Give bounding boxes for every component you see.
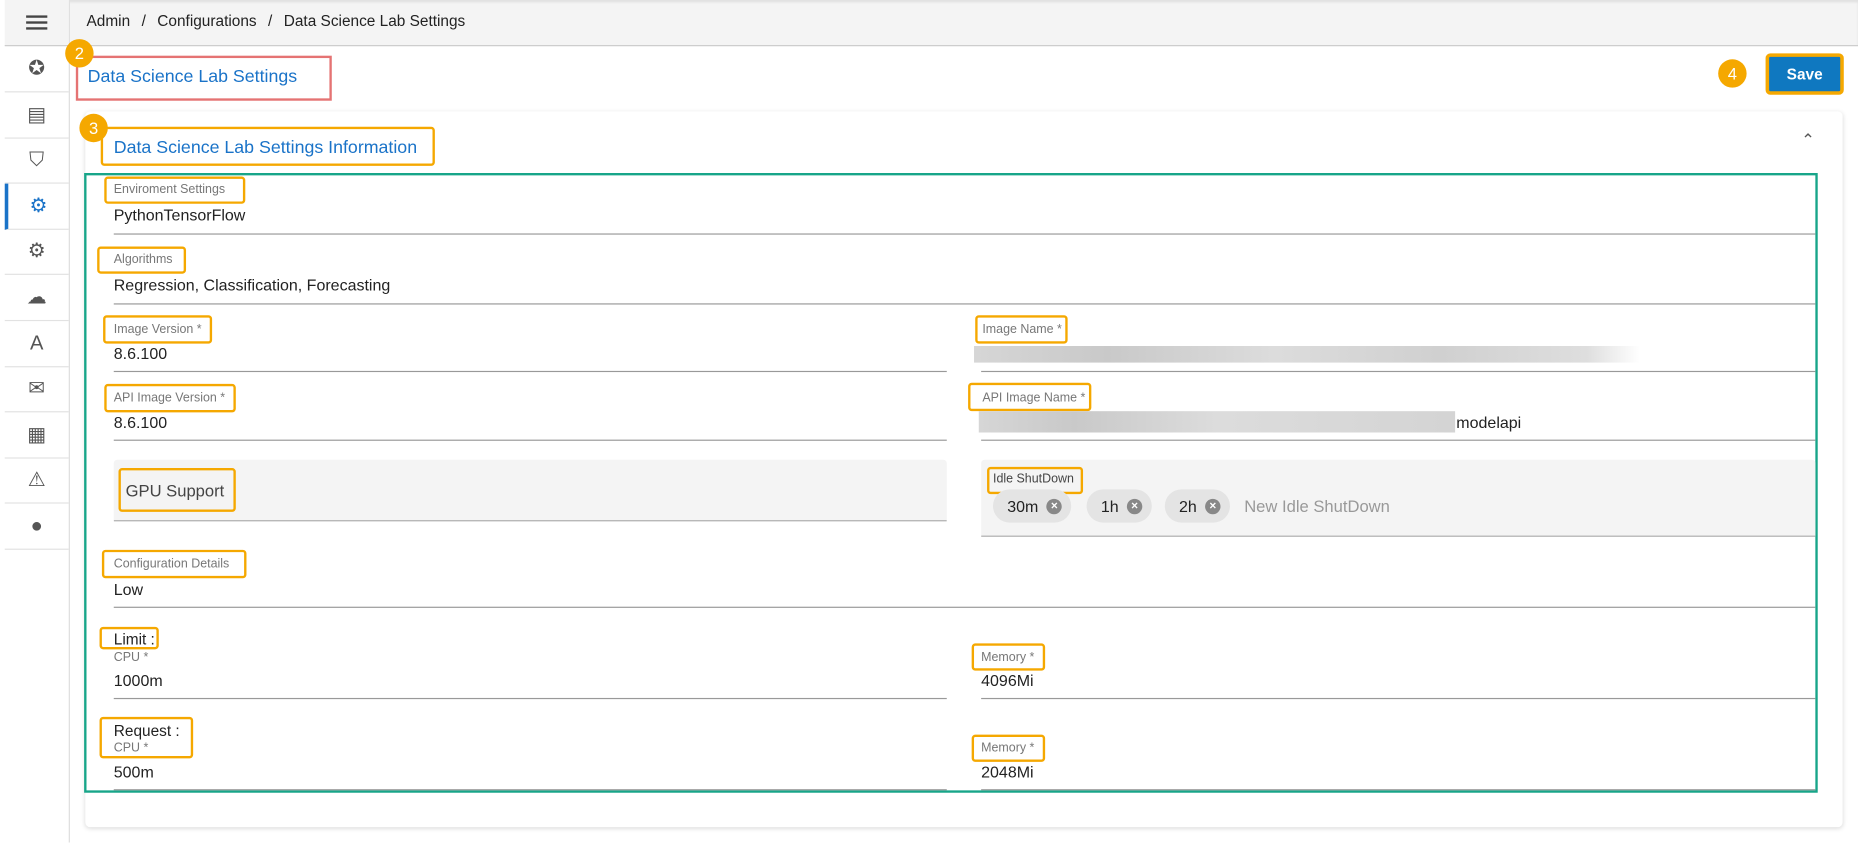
- sidebar-item-calendar-search[interactable]: ▦: [4, 412, 69, 459]
- api-image-name-suffix[interactable]: modelapi: [1456, 414, 1521, 432]
- limit-memory-label: Memory *: [981, 650, 1035, 665]
- environment-field[interactable]: PythonTensorFlow: [114, 206, 246, 224]
- chip-label: 30m: [1007, 497, 1039, 515]
- sidebar-item-document-settings[interactable]: ⚙: [4, 229, 69, 276]
- algorithms-field[interactable]: Regression, Classification, Forecasting: [114, 276, 391, 294]
- language-translate-icon: A: [30, 331, 44, 354]
- divider: [113, 606, 1816, 608]
- admin-badge-icon: ✪: [28, 56, 46, 80]
- image-name-label: Image Name *: [982, 322, 1062, 337]
- environment-label: Enviroment Settings: [113, 182, 226, 197]
- sidebar-item-configurations-gears[interactable]: ⚙: [4, 183, 69, 230]
- breadcrumb-admin[interactable]: Admin: [87, 12, 131, 30]
- server-alert-icon: ⚠: [27, 468, 46, 492]
- sidebar-item-certificate[interactable]: ✉: [4, 366, 69, 413]
- remove-chip-icon[interactable]: ×: [1046, 498, 1063, 514]
- calendar-search-icon: ▦: [27, 422, 47, 446]
- divider: [981, 370, 1816, 373]
- step-badge-2: 2: [65, 39, 94, 68]
- idle-chip-2h: 2h ×: [1164, 489, 1231, 523]
- divider: [113, 370, 947, 373]
- image-name-redacted[interactable]: [974, 346, 1640, 363]
- sidebar-item-language-translate[interactable]: A: [4, 321, 69, 367]
- collapse-chevron-up-icon[interactable]: ⌃: [1801, 130, 1815, 150]
- divider: [981, 439, 1816, 441]
- menu-icon: [26, 15, 48, 30]
- sidebar-item-admin-badge[interactable]: ✪: [4, 46, 69, 93]
- configuration-details-label: Configuration Details: [113, 556, 230, 572]
- section-title: Data Science Lab Settings Information: [113, 137, 418, 158]
- new-idle-shutdown-input[interactable]: New Idle ShutDown: [1244, 496, 1390, 515]
- sidebar-item-server-alert[interactable]: ⚠: [4, 458, 69, 505]
- divider: [113, 233, 1816, 235]
- api-image-name-label: API Image Name *: [982, 391, 1086, 406]
- api-image-version-field[interactable]: 8.6.100: [114, 414, 167, 432]
- request-memory-label: Memory *: [981, 740, 1035, 755]
- configuration-details-field[interactable]: Low: [114, 581, 143, 599]
- gpu-support-toggle[interactable]: [113, 459, 947, 522]
- request-cpu-field[interactable]: 500m: [114, 763, 154, 781]
- sidebar-item-security-shield[interactable]: ⛉: [4, 138, 69, 184]
- divider: [981, 789, 1816, 791]
- breadcrumb-separator: /: [268, 11, 273, 30]
- limit-cpu-label: CPU *: [113, 650, 149, 665]
- step-badge-4: 4: [1718, 59, 1747, 88]
- request-memory-field[interactable]: 2048Mi: [981, 763, 1033, 781]
- page-title: Data Science Lab Settings: [87, 66, 298, 87]
- image-version-field[interactable]: 8.6.100: [114, 345, 167, 363]
- cloud-network-icon: ☁: [26, 285, 47, 309]
- save-button[interactable]: Save: [1765, 53, 1844, 95]
- breadcrumb-current: Data Science Lab Settings: [283, 11, 466, 30]
- divider: [113, 697, 947, 700]
- billing-icon: ▤: [27, 102, 47, 126]
- limit-memory-field[interactable]: 4096Mi: [981, 672, 1033, 690]
- sidebar-item-billing[interactable]: ▤: [4, 92, 69, 139]
- configurations-gears-icon: ⚙: [29, 194, 48, 217]
- chip-label: 2h: [1179, 497, 1197, 515]
- idle-chip-1h: 1h ×: [1086, 489, 1152, 523]
- security-shield-icon: ⛉: [29, 148, 45, 171]
- breadcrumb-separator: /: [141, 11, 146, 30]
- idle-chip-30m: 30m ×: [992, 489, 1072, 523]
- certificate-icon: ✉: [28, 377, 46, 400]
- divider: [113, 303, 1816, 305]
- idle-shutdown-label: Idle ShutDown: [992, 471, 1074, 486]
- limit-cpu-field[interactable]: 1000m: [114, 672, 163, 690]
- breadcrumb: Admin / Configurations / Data Science La…: [87, 12, 473, 30]
- document-settings-icon: ⚙: [27, 239, 46, 263]
- sidebar-item-cloud-network[interactable]: ☁: [4, 275, 69, 322]
- request-cpu-label: CPU *: [113, 740, 149, 755]
- divider: [981, 697, 1816, 700]
- remove-chip-icon[interactable]: ×: [1205, 498, 1221, 514]
- remove-chip-icon[interactable]: ×: [1126, 498, 1143, 514]
- divider: [113, 439, 947, 441]
- step-badge-3: 3: [79, 113, 108, 143]
- api-image-name-redacted: [978, 411, 1456, 433]
- menu-button[interactable]: [4, 0, 69, 47]
- api-image-version-label: API Image Version *: [113, 391, 226, 406]
- sidebar-item-user-clock[interactable]: ●: [4, 504, 69, 550]
- divider: [113, 789, 947, 791]
- request-heading: Request :: [113, 721, 180, 740]
- image-version-label: Image Version *: [113, 322, 202, 337]
- chip-label: 1h: [1100, 497, 1119, 515]
- user-clock-icon: ●: [30, 514, 43, 537]
- breadcrumb-configurations[interactable]: Configurations: [157, 12, 256, 30]
- limit-heading: Limit :: [113, 630, 155, 649]
- algorithms-label: Algorithms: [113, 252, 173, 267]
- gpu-support-label: GPU Support: [125, 481, 225, 501]
